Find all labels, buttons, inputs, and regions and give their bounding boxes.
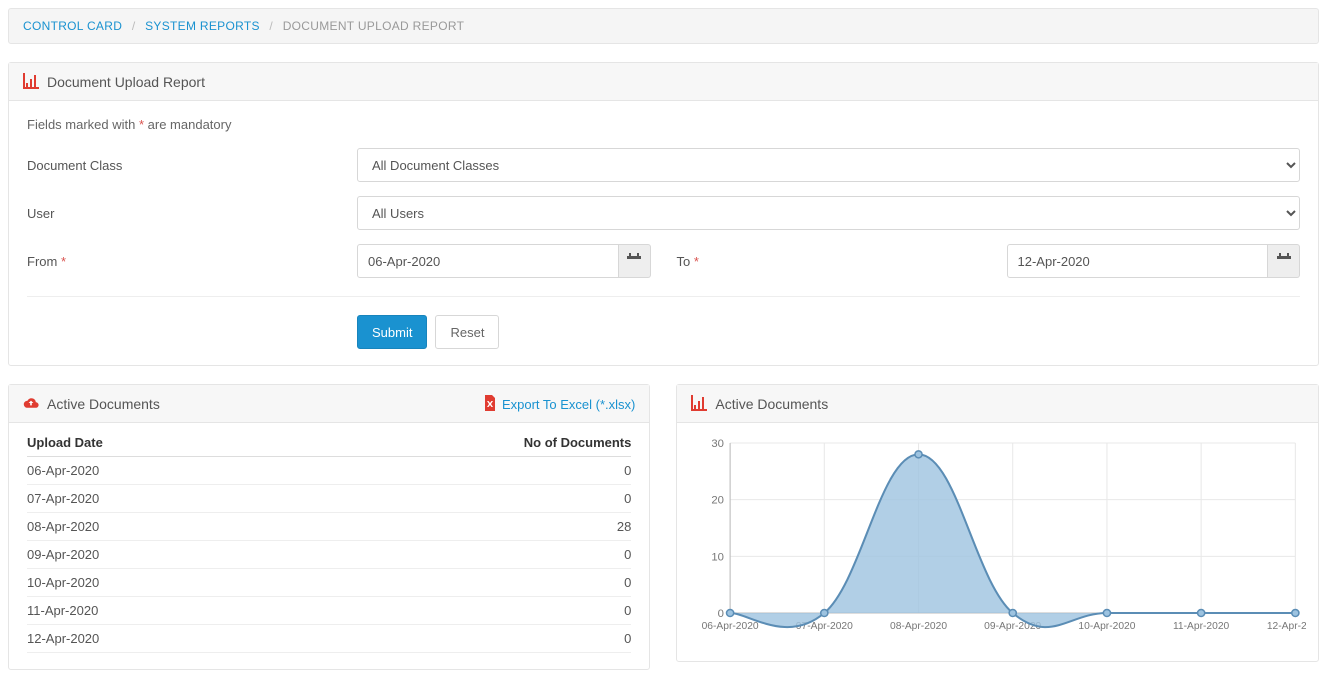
help-pre: Fields marked with xyxy=(27,117,139,132)
from-label-text: From xyxy=(27,254,61,269)
svg-text:10: 10 xyxy=(712,551,725,563)
table-row: 06-Apr-20200 xyxy=(27,457,631,485)
svg-text:12-Apr-2020: 12-Apr-2020 xyxy=(1267,621,1306,632)
svg-text:10-Apr-2020: 10-Apr-2020 xyxy=(1079,621,1136,632)
svg-text:0: 0 xyxy=(718,608,724,620)
col-header-date: Upload Date xyxy=(27,429,277,457)
breadcrumb-link-system-reports[interactable]: SYSTEM REPORTS xyxy=(145,19,260,33)
help-post: are mandatory xyxy=(144,117,231,132)
cell-count: 0 xyxy=(277,625,632,653)
cell-count: 0 xyxy=(277,597,632,625)
cell-count: 28 xyxy=(277,513,632,541)
user-label: User xyxy=(27,206,357,221)
active-documents-table: Upload Date No of Documents 06-Apr-20200… xyxy=(27,429,631,653)
calendar-icon xyxy=(626,253,642,270)
table-row: 08-Apr-202028 xyxy=(27,513,631,541)
breadcrumb: CONTROL CARD / SYSTEM REPORTS / DOCUMENT… xyxy=(8,8,1319,44)
from-label: From * xyxy=(27,254,357,269)
excel-file-icon xyxy=(482,397,502,412)
bar-chart-icon xyxy=(691,395,707,412)
active-documents-table-panel: Active Documents Export To Excel (*.xlsx… xyxy=(8,384,650,670)
bar-chart-icon xyxy=(23,73,39,90)
cell-count: 0 xyxy=(277,485,632,513)
filter-panel: Document Upload Report Fields marked wit… xyxy=(8,62,1319,366)
user-row: User All Users xyxy=(27,196,1300,230)
cell-count: 0 xyxy=(277,457,632,485)
filter-panel-title: Document Upload Report xyxy=(47,74,205,90)
table-row: 09-Apr-20200 xyxy=(27,541,631,569)
cell-date: 08-Apr-2020 xyxy=(27,513,277,541)
cell-date: 12-Apr-2020 xyxy=(27,625,277,653)
table-row: 11-Apr-20200 xyxy=(27,597,631,625)
to-label-text: To xyxy=(677,254,694,269)
breadcrumb-link-control-card[interactable]: CONTROL CARD xyxy=(23,19,122,33)
table-row: 10-Apr-20200 xyxy=(27,569,631,597)
from-date-picker-button[interactable] xyxy=(619,244,651,278)
document-class-label: Document Class xyxy=(27,158,357,173)
svg-text:30: 30 xyxy=(712,438,725,450)
svg-text:08-Apr-2020: 08-Apr-2020 xyxy=(890,621,947,632)
table-row: 12-Apr-20200 xyxy=(27,625,631,653)
calendar-icon xyxy=(1276,253,1292,270)
table-panel-title: Active Documents xyxy=(47,396,160,412)
dates-row: From * To * xyxy=(27,244,1300,278)
cell-date: 11-Apr-2020 xyxy=(27,597,277,625)
table-row: 07-Apr-20200 xyxy=(27,485,631,513)
to-date-input[interactable] xyxy=(1007,244,1269,278)
from-date-block: From * xyxy=(27,244,651,278)
svg-text:06-Apr-2020: 06-Apr-2020 xyxy=(702,621,759,632)
svg-text:11-Apr-2020: 11-Apr-2020 xyxy=(1173,621,1230,632)
cell-count: 0 xyxy=(277,569,632,597)
to-date-picker-button[interactable] xyxy=(1268,244,1300,278)
breadcrumb-current: DOCUMENT UPLOAD REPORT xyxy=(283,19,465,33)
export-excel-link[interactable]: Export To Excel (*.xlsx) xyxy=(482,395,635,412)
submit-button[interactable]: Submit xyxy=(357,315,427,349)
col-header-count: No of Documents xyxy=(277,429,632,457)
reset-button[interactable]: Reset xyxy=(435,315,499,349)
mandatory-help-text: Fields marked with * are mandatory xyxy=(27,117,1300,132)
breadcrumb-sep: / xyxy=(132,19,136,33)
user-select[interactable]: All Users xyxy=(357,196,1300,230)
chart-panel-header: Active Documents xyxy=(677,385,1318,423)
active-documents-chart: 010203006-Apr-202007-Apr-202008-Apr-2020… xyxy=(689,433,1306,643)
form-buttons: Submit Reset xyxy=(357,315,1300,349)
cell-date: 09-Apr-2020 xyxy=(27,541,277,569)
active-documents-chart-panel: Active Documents 010203006-Apr-202007-Ap… xyxy=(676,384,1319,662)
table-panel-header: Active Documents Export To Excel (*.xlsx… xyxy=(9,385,649,423)
from-date-input[interactable] xyxy=(357,244,619,278)
cloud-upload-icon xyxy=(23,395,39,412)
cell-date: 07-Apr-2020 xyxy=(27,485,277,513)
cell-count: 0 xyxy=(277,541,632,569)
cell-date: 10-Apr-2020 xyxy=(27,569,277,597)
svg-text:20: 20 xyxy=(712,495,725,507)
breadcrumb-sep: / xyxy=(269,19,273,33)
document-class-select[interactable]: All Document Classes xyxy=(357,148,1300,182)
to-label: To * xyxy=(677,254,1007,269)
export-excel-label: Export To Excel (*.xlsx) xyxy=(502,397,635,412)
cell-date: 06-Apr-2020 xyxy=(27,457,277,485)
document-class-row: Document Class All Document Classes xyxy=(27,148,1300,182)
filter-panel-header: Document Upload Report xyxy=(9,63,1318,101)
chart-panel-title: Active Documents xyxy=(715,396,828,412)
to-date-block: To * xyxy=(677,244,1301,278)
